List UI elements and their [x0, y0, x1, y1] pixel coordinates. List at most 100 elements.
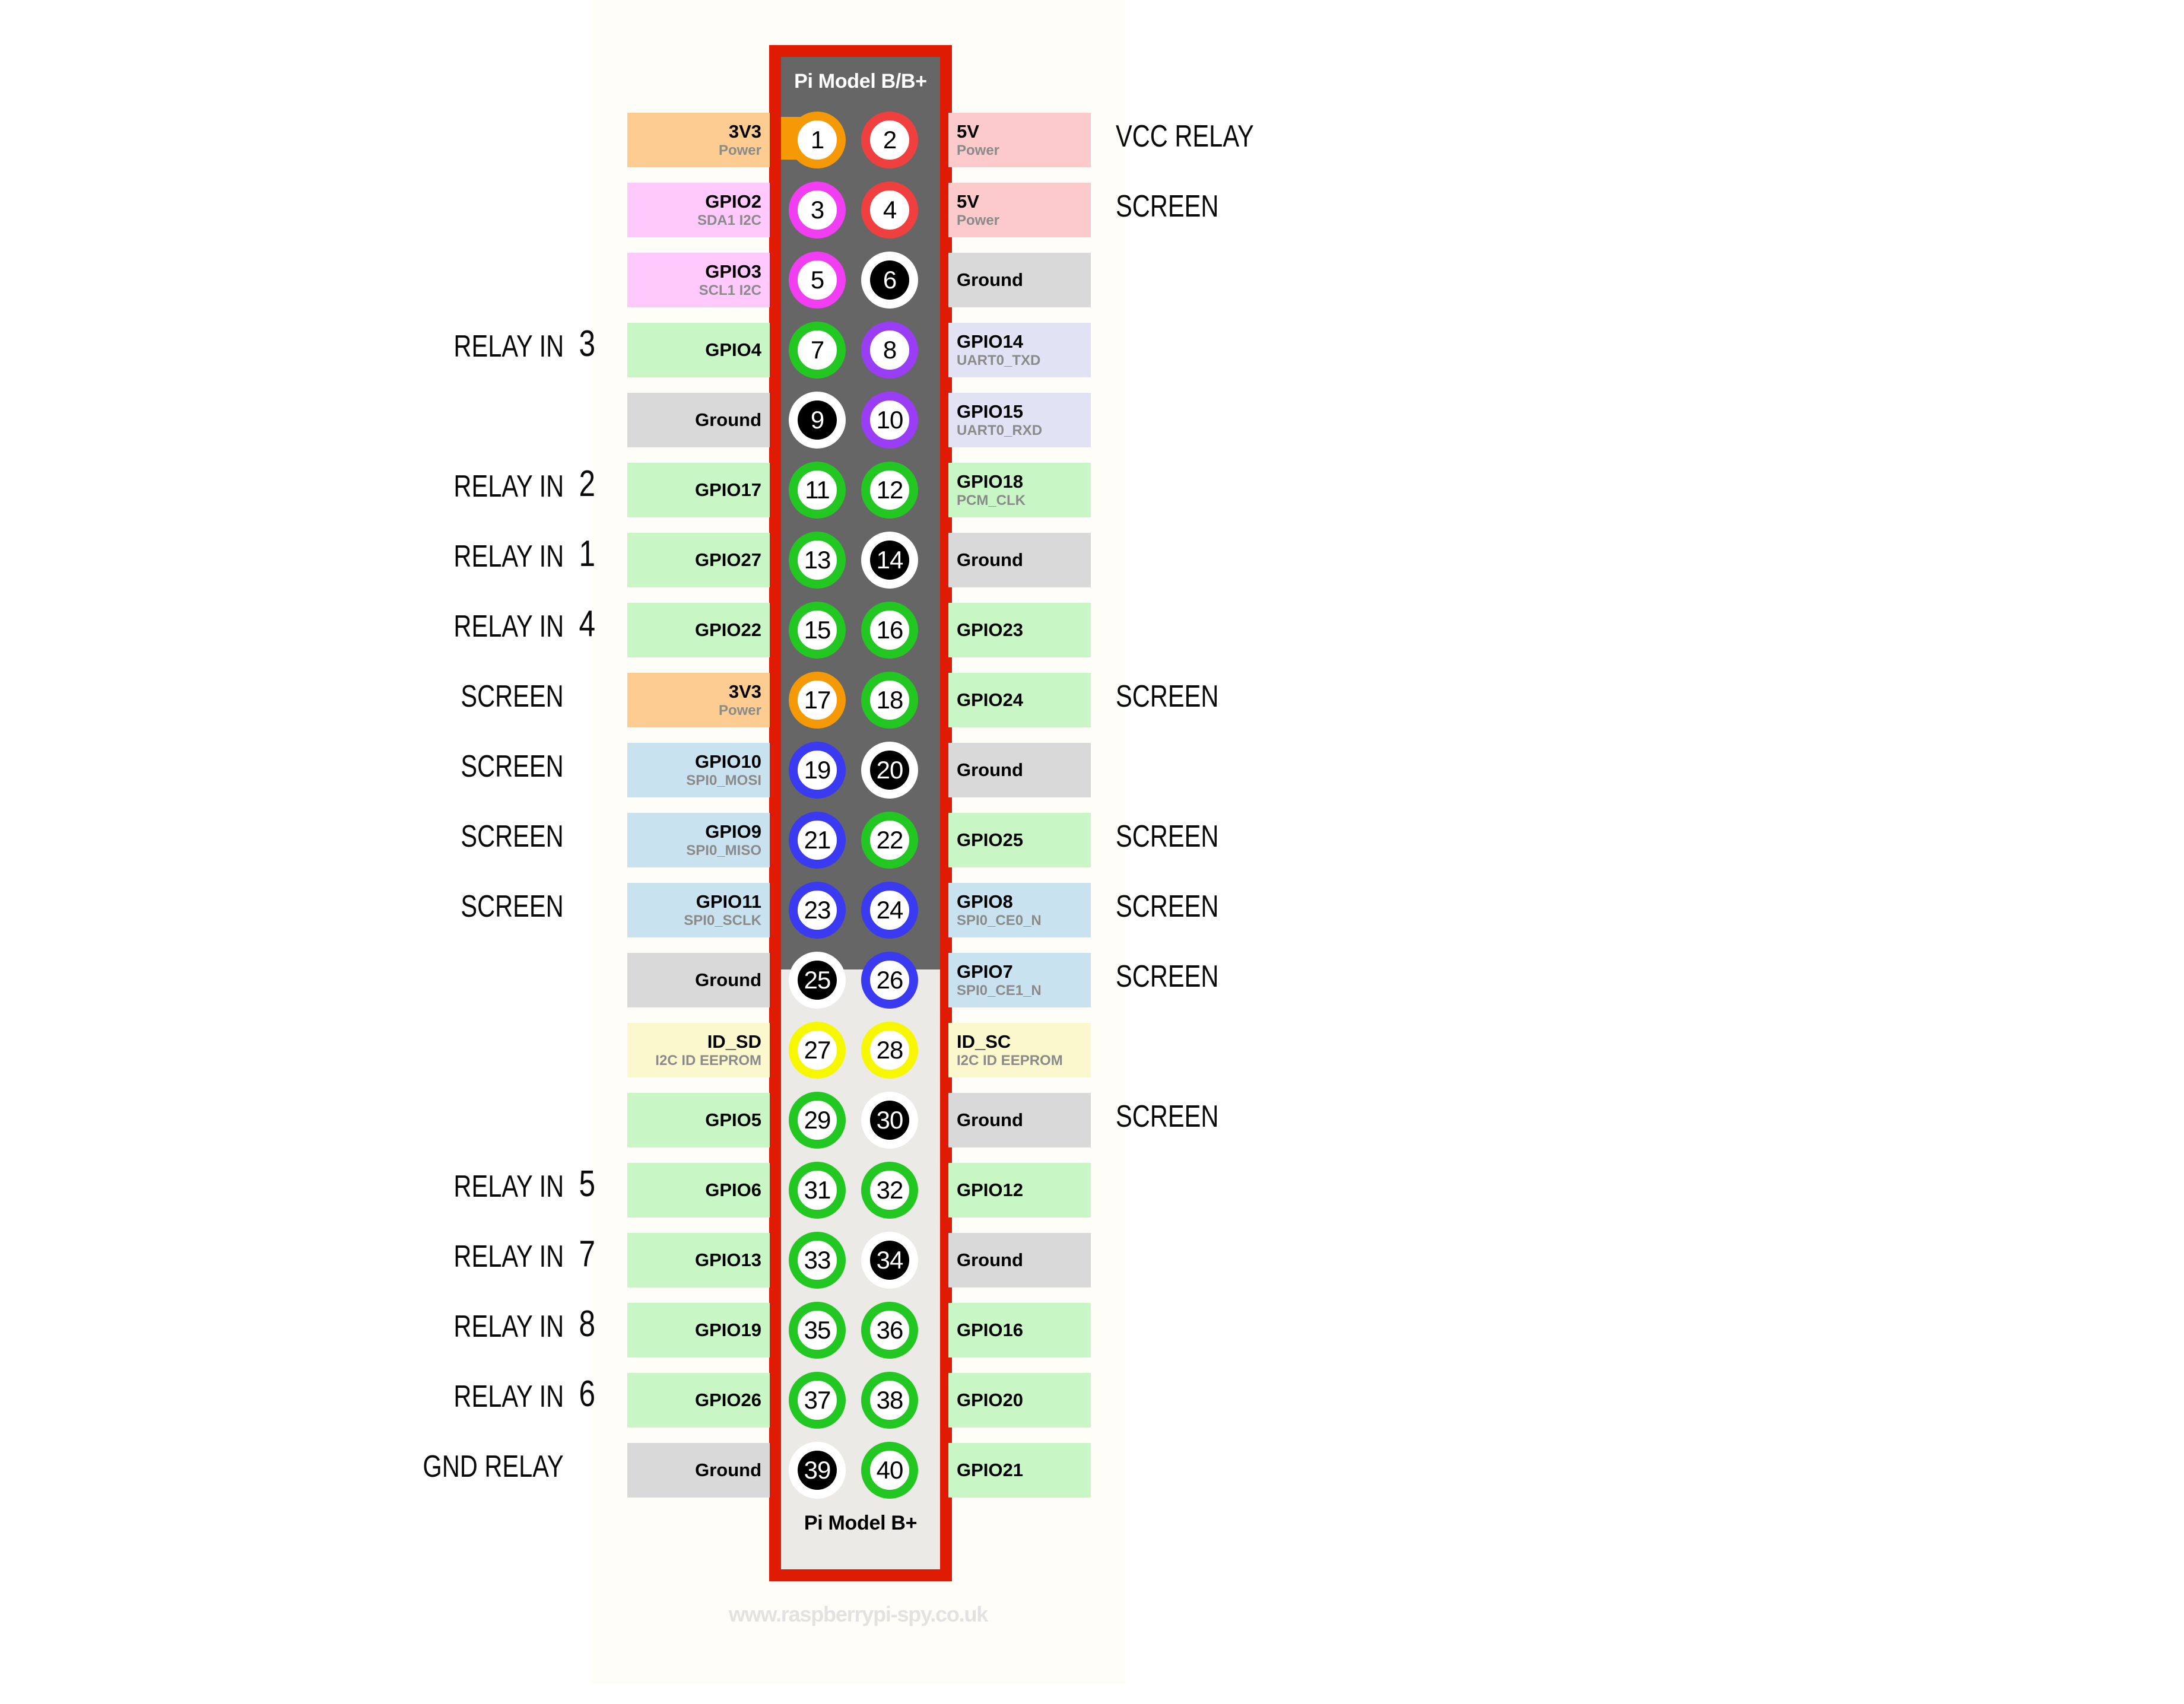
- pin-label-sub-10: UART0_RXD: [957, 422, 1043, 438]
- watermark-text: www.raspberrypi-spy.co.uk: [728, 1602, 988, 1626]
- pin-circle-17[interactable]: 17: [789, 672, 846, 729]
- pin-circle-35[interactable]: 35: [789, 1302, 846, 1359]
- pin-number-6: 6: [870, 260, 909, 300]
- pin-circle-3[interactable]: 3: [789, 182, 846, 239]
- pin-circle-5[interactable]: 5: [789, 252, 846, 309]
- pin-label-name-5: GPIO3: [705, 261, 761, 282]
- pin-label-box-13: GPIO27: [627, 533, 770, 587]
- pin-number-7: 7: [810, 336, 824, 364]
- pin-label-sub-27: I2C ID EEPROM: [655, 1052, 761, 1069]
- pin-circle-29[interactable]: 29: [789, 1092, 846, 1149]
- pin-circle-1[interactable]: 1: [789, 112, 846, 169]
- pin-number-20: 20: [870, 751, 909, 790]
- pin-label-name-20: Ground: [957, 759, 1023, 781]
- pin-label-name-31: GPIO6: [705, 1180, 761, 1201]
- pin-circle-23[interactable]: 23: [789, 882, 846, 939]
- annotation-left-number-33: 7: [579, 1234, 596, 1274]
- pin-circle-7[interactable]: 7: [789, 322, 846, 379]
- annotation-left-number-35: 8: [579, 1304, 596, 1344]
- pin-circle-16[interactable]: 16: [861, 602, 918, 659]
- pin-circle-13[interactable]: 13: [789, 532, 846, 589]
- pin-label-name-9: Ground: [695, 409, 761, 431]
- pin-label-name-23: GPIO11: [696, 891, 761, 913]
- pin-label-name-14: Ground: [957, 549, 1023, 571]
- annotation-left-23: SCREEN: [461, 889, 564, 924]
- pin-circle-25[interactable]: 25: [789, 952, 846, 1009]
- pin-label-name-15: GPIO22: [695, 619, 761, 641]
- pin-label-name-40: GPIO21: [957, 1460, 1023, 1481]
- pin-circle-12[interactable]: 12: [861, 462, 918, 519]
- pin-circle-19[interactable]: 19: [789, 742, 846, 799]
- pin-circle-9[interactable]: 9: [789, 392, 846, 449]
- pin-circle-37[interactable]: 37: [789, 1372, 846, 1429]
- pin-circle-2[interactable]: 2: [861, 112, 918, 169]
- pin-circle-6[interactable]: 6: [861, 252, 918, 309]
- pin-circle-11[interactable]: 11: [789, 462, 846, 519]
- pin-circle-18[interactable]: 18: [861, 672, 918, 729]
- pin-number-26: 26: [876, 966, 904, 994]
- pin-circle-40[interactable]: 40: [861, 1442, 918, 1499]
- pin-label-name-10: GPIO15: [957, 401, 1023, 422]
- pin-number-25: 25: [798, 961, 837, 1000]
- pin-circle-10[interactable]: 10: [861, 392, 918, 449]
- pin-label-box-24: GPIO8 SPI0_CE0_N: [948, 883, 1091, 937]
- pin-label-sub-26: SPI0_CE1_N: [957, 982, 1042, 999]
- pin-label-sub-19: SPI0_MOSI: [686, 772, 761, 789]
- pin-circle-34[interactable]: 34: [861, 1232, 918, 1289]
- pin-label-name-7: GPIO4: [705, 339, 761, 361]
- pin-circle-24[interactable]: 24: [861, 882, 918, 939]
- pin-circle-32[interactable]: 32: [861, 1162, 918, 1219]
- pin-circle-8[interactable]: 8: [861, 322, 918, 379]
- pin-circle-27[interactable]: 27: [789, 1022, 846, 1079]
- pin-label-name-13: GPIO27: [695, 549, 761, 571]
- pin-circle-33[interactable]: 33: [789, 1232, 846, 1289]
- pin-label-box-28: ID_SC I2C ID EEPROM: [948, 1023, 1091, 1077]
- pin-circle-14[interactable]: 14: [861, 532, 918, 589]
- pin-circle-26[interactable]: 26: [861, 952, 918, 1009]
- pin-number-23: 23: [804, 896, 831, 924]
- annotation-left-number-15: 4: [579, 603, 596, 644]
- annotation-left-number-7: 3: [579, 323, 596, 364]
- pin-circle-30[interactable]: 30: [861, 1092, 918, 1149]
- annotation-left-7: RELAY IN: [453, 329, 564, 364]
- pin-circle-31[interactable]: 31: [789, 1162, 846, 1219]
- pin-circle-20[interactable]: 20: [861, 742, 918, 799]
- pin-label-box-20: Ground: [948, 743, 1091, 797]
- annotation-right-2: VCC RELAY: [1116, 119, 1254, 154]
- pin-label-name-6: Ground: [957, 269, 1023, 291]
- pin-circle-4[interactable]: 4: [861, 182, 918, 239]
- pin-number-5: 5: [810, 266, 824, 294]
- pin-label-box-40: GPIO21: [948, 1443, 1091, 1498]
- annotation-left-number-13: 1: [579, 533, 596, 574]
- annotation-left-39: GND RELAY: [423, 1449, 564, 1484]
- pin-label-box-17: 3V3 Power: [627, 673, 770, 727]
- pin-number-22: 22: [876, 826, 904, 854]
- board-caption-top: Pi Model B/B+: [794, 70, 927, 93]
- pin-number-17: 17: [804, 686, 831, 714]
- pin-label-name-4: 5V: [957, 191, 979, 212]
- annotation-left-number-37: 6: [579, 1374, 596, 1414]
- pin-label-box-16: GPIO23: [948, 603, 1091, 657]
- pin-number-33: 33: [804, 1246, 831, 1274]
- pin-number-35: 35: [804, 1316, 831, 1344]
- pin-label-sub-1: Power: [718, 142, 761, 158]
- pin-circle-15[interactable]: 15: [789, 602, 846, 659]
- pin-label-name-22: GPIO25: [957, 829, 1023, 851]
- pin-label-box-33: GPIO13: [627, 1233, 770, 1287]
- pin-circle-38[interactable]: 38: [861, 1372, 918, 1429]
- pin-circle-21[interactable]: 21: [789, 812, 846, 869]
- pin-label-box-39: Ground: [627, 1443, 770, 1498]
- annotation-right-30: SCREEN: [1116, 1099, 1219, 1134]
- pin-number-13: 13: [804, 546, 831, 574]
- pin-number-39: 39: [798, 1451, 837, 1490]
- pin-circle-39[interactable]: 39: [789, 1442, 846, 1499]
- pin-label-sub-3: SDA1 I2C: [697, 212, 761, 228]
- pin-circle-22[interactable]: 22: [861, 812, 918, 869]
- annotation-left-33: RELAY IN: [453, 1239, 564, 1274]
- pin-label-name-29: GPIO5: [705, 1109, 761, 1131]
- pin-number-27: 27: [804, 1036, 831, 1064]
- pin-number-24: 24: [876, 896, 904, 924]
- pin-circle-36[interactable]: 36: [861, 1302, 918, 1359]
- pin-circle-28[interactable]: 28: [861, 1022, 918, 1079]
- pin-label-name-16: GPIO23: [957, 619, 1023, 641]
